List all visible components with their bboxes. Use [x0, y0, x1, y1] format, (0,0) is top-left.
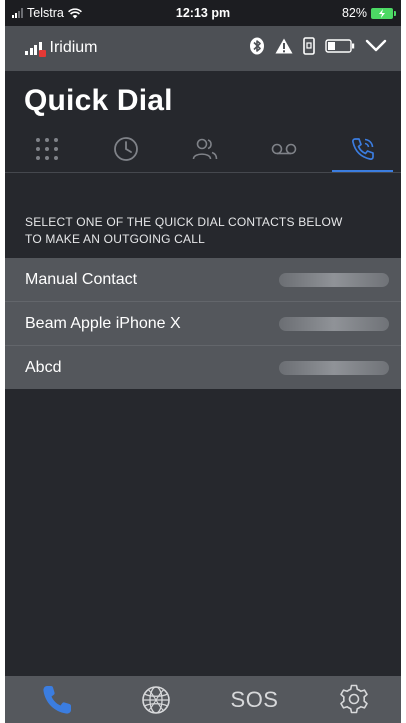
- charging-bolt-icon: [379, 8, 385, 18]
- quick-dial-instructions: SELECT ONE OF THE QUICK DIAL CONTACTS BE…: [25, 214, 385, 248]
- bluetooth-icon: [250, 37, 264, 55]
- quick-dial-contact-list: Manual Contact Beam Apple iPhone X Abcd: [5, 258, 401, 389]
- quick-dial-phone-icon: [351, 138, 374, 160]
- dialpad-icon: [35, 138, 58, 160]
- contact-number-blurred: [279, 316, 389, 331]
- satellite-signal-icon: [25, 41, 46, 57]
- contact-name: Beam Apple iPhone X: [25, 314, 181, 332]
- globe-icon: [141, 685, 170, 714]
- sim-icon: [303, 37, 315, 55]
- recents-clock-icon: [113, 137, 138, 161]
- nav-phone[interactable]: [7, 676, 106, 723]
- page-title: Quick Dial: [24, 84, 173, 117]
- tab-voicemail[interactable]: [244, 128, 323, 170]
- tab-quick-dial[interactable]: [323, 128, 401, 172]
- network-indicator: Iridium: [25, 39, 98, 57]
- chevron-down-icon[interactable]: [365, 39, 387, 53]
- contact-row-manual-contact[interactable]: Manual Contact: [5, 258, 401, 302]
- settings-gear-icon: [339, 684, 368, 713]
- contact-name: Abcd: [25, 358, 62, 376]
- contacts-icon: [192, 138, 217, 160]
- tab-dialpad[interactable]: [7, 128, 86, 170]
- contact-name: Manual Contact: [25, 270, 138, 288]
- ios-status-bar: Telstra 12:13 pm 82%: [5, 0, 401, 26]
- voicemail-icon: [271, 143, 296, 155]
- nav-sos[interactable]: SOS: [205, 676, 304, 723]
- sos-label: SOS: [230, 686, 279, 712]
- nav-satellite-globe[interactable]: [106, 676, 205, 723]
- status-icons: [249, 37, 387, 55]
- warning-icon: [275, 38, 293, 54]
- satellite-status-bar: Iridium: [5, 26, 401, 71]
- nav-settings[interactable]: [304, 676, 401, 723]
- phone-screen: Telstra 12:13 pm 82% Iridium Quick Dial …: [5, 0, 401, 723]
- contact-number-blurred: [279, 272, 389, 287]
- battery-icon: [325, 39, 355, 53]
- instructions-line-2: TO MAKE AN OUTGOING CALL: [25, 232, 205, 246]
- ios-battery-icon: [371, 7, 396, 19]
- bottom-nav: SOS: [5, 676, 401, 723]
- dial-tabs: [5, 128, 401, 173]
- phone-icon: [42, 685, 71, 714]
- network-name: Iridium: [49, 39, 98, 56]
- ios-battery-group: 82%: [341, 6, 396, 20]
- tab-contacts[interactable]: [165, 128, 244, 170]
- battery-percent: 82%: [341, 6, 367, 20]
- contact-row-abcd[interactable]: Abcd: [5, 346, 401, 389]
- tab-recents[interactable]: [86, 128, 165, 170]
- instructions-line-1: SELECT ONE OF THE QUICK DIAL CONTACTS BE…: [25, 215, 343, 229]
- contact-number-blurred: [279, 360, 389, 375]
- contact-row-beam-apple-iphone-x[interactable]: Beam Apple iPhone X: [5, 302, 401, 346]
